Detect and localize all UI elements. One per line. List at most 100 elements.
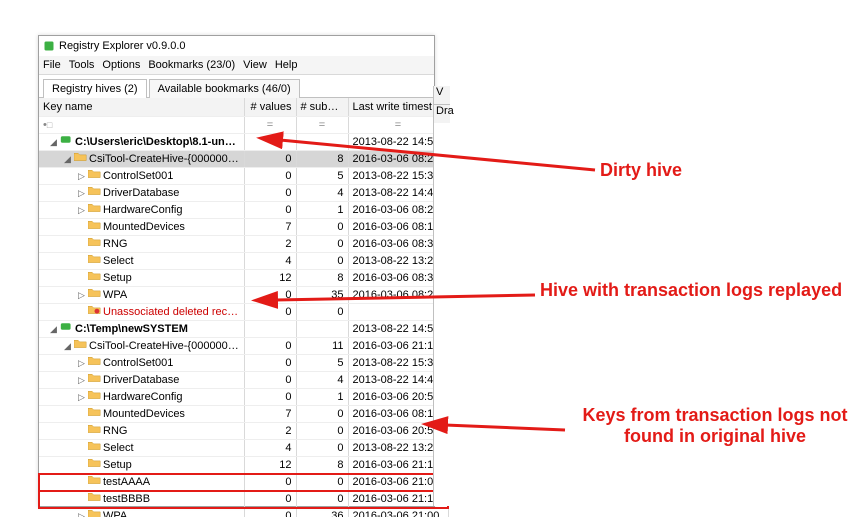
menu-file[interactable]: File — [43, 56, 61, 74]
values-cell: 12 — [244, 457, 296, 474]
col-keyname[interactable]: Key name — [39, 98, 244, 117]
tab-available-bookmarks[interactable]: Available bookmarks (46/0) — [149, 79, 300, 98]
expander-icon[interactable]: ▷ — [77, 291, 86, 300]
expander-icon[interactable]: ▷ — [77, 206, 86, 215]
folder-icon — [88, 389, 101, 405]
expander-icon[interactable]: ◢ — [49, 325, 58, 334]
table-row[interactable]: Select402013-08-22 13:25 — [39, 253, 448, 270]
annotation-dirty-hive: Dirty hive — [600, 160, 682, 181]
expander-icon[interactable] — [77, 478, 86, 487]
table-row[interactable]: ▷DriverDatabase042013-08-22 14:49 — [39, 372, 448, 389]
values-cell: 0 — [244, 372, 296, 389]
subkeys-cell: 4 — [296, 372, 348, 389]
values-cell: 0 — [244, 168, 296, 185]
table-row[interactable]: ▷WPA0362016-03-06 21:00 — [39, 508, 448, 517]
folder-icon — [88, 287, 101, 303]
subkeys-cell: 5 — [296, 355, 348, 372]
menu-options[interactable]: Options — [102, 56, 140, 74]
col-subkeys[interactable]: # subkeys — [296, 98, 348, 117]
expander-icon[interactable] — [77, 257, 86, 266]
values-cell: 2 — [244, 423, 296, 440]
table-row[interactable]: ▷ControlSet001052013-08-22 15:32 — [39, 355, 448, 372]
right-col-header[interactable]: V — [434, 86, 450, 105]
key-name-label: testBBBB — [103, 491, 150, 507]
folder-icon — [74, 151, 87, 167]
col-values[interactable]: # values — [244, 98, 296, 117]
table-row[interactable]: testAAAA002016-03-06 21:03 — [39, 474, 448, 491]
table-row[interactable]: ◢CsiTool-CreateHive-{00000000-0000-0000-… — [39, 338, 448, 355]
expander-icon[interactable]: ▷ — [77, 393, 86, 402]
table-row[interactable]: MountedDevices702016-03-06 08:12 — [39, 219, 448, 236]
table-row[interactable]: Unassociated deleted records00 — [39, 304, 448, 321]
table-row[interactable]: Setup1282016-03-06 08:31 — [39, 270, 448, 287]
expander-icon[interactable] — [77, 240, 86, 249]
folder-icon — [88, 253, 101, 269]
menu-view[interactable]: View — [243, 56, 267, 74]
expander-icon[interactable]: ◢ — [49, 138, 58, 147]
expander-icon[interactable]: ◢ — [63, 155, 72, 164]
table-row[interactable]: RNG202016-03-06 08:36 — [39, 236, 448, 253]
table-row[interactable]: MountedDevices702016-03-06 08:12 — [39, 406, 448, 423]
table-row[interactable]: ◢CsiTool-CreateHive-{00000000-0000-...08… — [39, 151, 448, 168]
subkeys-cell: 0 — [296, 304, 348, 321]
table-row[interactable]: ▷DriverDatabase042013-08-22 14:49 — [39, 185, 448, 202]
table-row[interactable]: ◢C:\Users\eric\Desktop\8.1-unreconciled.… — [39, 134, 448, 151]
expander-icon[interactable] — [77, 308, 86, 317]
expander-icon[interactable] — [77, 444, 86, 453]
subkeys-cell: 8 — [296, 457, 348, 474]
folder-icon — [88, 491, 101, 507]
expander-icon[interactable] — [77, 461, 86, 470]
subkeys-cell: 0 — [296, 440, 348, 457]
values-cell: 0 — [244, 338, 296, 355]
subkeys-cell: 4 — [296, 185, 348, 202]
key-name-label: MountedDevices — [103, 219, 185, 235]
expander-icon[interactable]: ▷ — [77, 189, 86, 198]
folder-icon — [88, 508, 101, 517]
expander-icon[interactable]: ▷ — [77, 172, 86, 181]
expander-icon[interactable]: ▷ — [77, 376, 86, 385]
key-name-label: CsiTool-CreateHive-{00000000-0000-... — [89, 151, 240, 167]
expander-icon[interactable] — [77, 410, 86, 419]
table-row[interactable]: ◢C:\Temp\newSYSTEM2013-08-22 14:52 — [39, 321, 448, 338]
subkeys-cell: 0 — [296, 219, 348, 236]
table-row[interactable]: ▷WPA0352016-03-06 08:22 — [39, 287, 448, 304]
values-cell: 0 — [244, 151, 296, 168]
expander-icon[interactable]: ◢ — [63, 342, 72, 351]
key-tree-grid[interactable]: Key name # values # subkeys Last write t… — [39, 98, 449, 517]
values-cell: 0 — [244, 202, 296, 219]
key-name-label: WPA — [103, 287, 127, 303]
filter-row[interactable]: •□ === — [39, 117, 448, 134]
tab-registry-hives[interactable]: Registry hives (2) — [43, 79, 147, 98]
expander-icon[interactable] — [77, 223, 86, 232]
menu-help[interactable]: Help — [275, 56, 298, 74]
menu-bookmarks[interactable]: Bookmarks (23/0) — [148, 56, 235, 74]
table-row[interactable]: Select402013-08-22 13:25 — [39, 440, 448, 457]
menu-tools[interactable]: Tools — [69, 56, 95, 74]
table-row[interactable]: ▷HardwareConfig012016-03-06 08:26 — [39, 202, 448, 219]
key-name-label: Select — [103, 253, 134, 269]
folder-icon — [74, 338, 87, 354]
expander-icon[interactable]: ▷ — [77, 359, 86, 368]
table-row[interactable]: testBBBB002016-03-06 21:13 — [39, 491, 448, 508]
key-name-label: HardwareConfig — [103, 202, 182, 218]
expander-icon[interactable] — [77, 274, 86, 283]
key-name-label: C:\Temp\newSYSTEM — [75, 321, 188, 337]
hive-icon — [60, 134, 73, 150]
table-row[interactable]: ▷ControlSet001052013-08-22 15:32 — [39, 168, 448, 185]
table-row[interactable]: ▷HardwareConfig012016-03-06 20:59 — [39, 389, 448, 406]
expander-icon[interactable] — [77, 427, 86, 436]
menu-bar[interactable]: File Tools Options Bookmarks (23/0) View… — [39, 56, 434, 75]
annotation-logs-replayed: Hive with transaction logs replayed — [540, 280, 842, 301]
subkeys-cell — [296, 321, 348, 338]
values-cell: 4 — [244, 440, 296, 457]
folder-icon — [88, 423, 101, 439]
expander-icon[interactable] — [77, 495, 86, 504]
folder-icon — [88, 236, 101, 252]
title-bar[interactable]: Registry Explorer v0.9.0.0 — [39, 36, 434, 56]
table-row[interactable]: RNG202016-03-06 20:59 — [39, 423, 448, 440]
subkeys-cell: 35 — [296, 287, 348, 304]
subkeys-cell: 8 — [296, 270, 348, 287]
expander-icon[interactable]: ▷ — [77, 512, 86, 517]
values-cell: 12 — [244, 270, 296, 287]
table-row[interactable]: Setup1282016-03-06 21:17 — [39, 457, 448, 474]
